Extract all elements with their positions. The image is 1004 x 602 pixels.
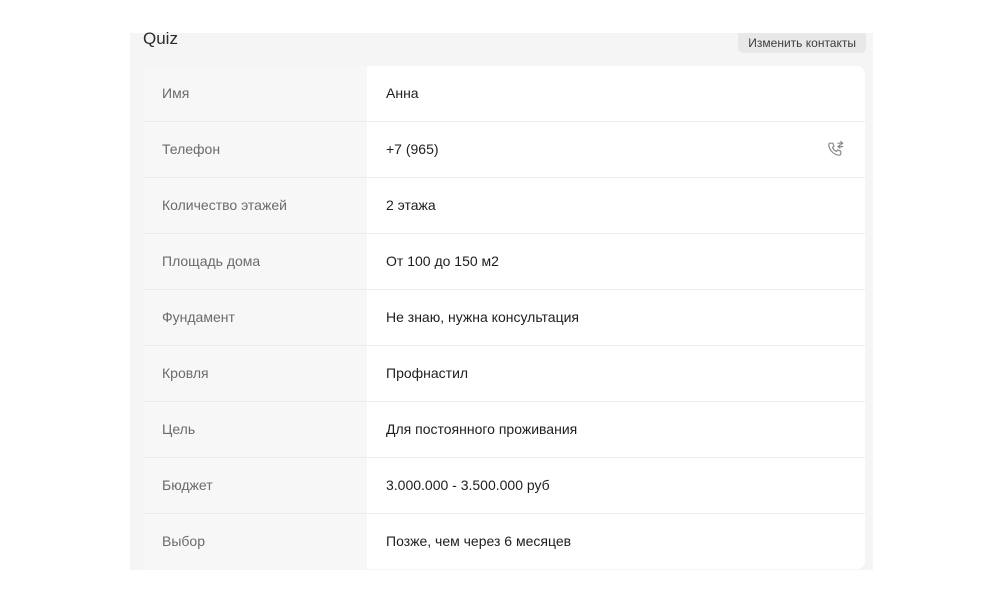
- row-value: Не знаю, нужна консультация: [386, 309, 579, 325]
- row-value: От 100 до 150 м2: [386, 253, 499, 269]
- row-label: Телефон: [162, 141, 221, 157]
- row-label: Количество этажей: [162, 197, 287, 213]
- row-value: 3.000.000 - 3.500.000 руб: [386, 477, 550, 493]
- table-row-house-area: Площадь дома От 100 до 150 м2: [143, 234, 865, 290]
- quiz-answers-table: Имя Анна Телефон +7 (965) Количество эта…: [143, 66, 865, 569]
- table-row-choice: Выбор Позже, чем через 6 месяцев: [143, 514, 865, 569]
- row-value: Для постоянного проживания: [386, 421, 578, 437]
- table-row-phone: Телефон +7 (965): [143, 122, 865, 178]
- row-label: Кровля: [162, 365, 209, 381]
- row-value: 2 этажа: [386, 197, 436, 213]
- phone-call-icon[interactable]: [827, 141, 845, 159]
- table-row-goal: Цель Для постоянного проживания: [143, 402, 865, 458]
- row-label: Площадь дома: [162, 253, 261, 269]
- table-row-roof: Кровля Профнастил: [143, 346, 865, 402]
- row-label: Имя: [162, 85, 190, 101]
- panel-title: Quiz: [143, 29, 178, 48]
- row-value: Профнастил: [386, 365, 469, 381]
- edit-contacts-button[interactable]: Изменить контакты: [738, 33, 866, 53]
- row-label: Цель: [162, 421, 196, 437]
- row-value: Позже, чем через 6 месяцев: [386, 533, 572, 549]
- quiz-panel: Quiz Изменить контакты Имя Анна Телефон …: [130, 29, 873, 570]
- row-label: Выбор: [162, 533, 205, 549]
- table-row-floors: Количество этажей 2 этажа: [143, 178, 865, 234]
- table-row-name: Имя Анна: [143, 66, 865, 122]
- table-row-budget: Бюджет 3.000.000 - 3.500.000 руб: [143, 458, 865, 514]
- row-label: Фундамент: [162, 309, 235, 325]
- table-row-foundation: Фундамент Не знаю, нужна консультация: [143, 290, 865, 346]
- row-value: +7 (965): [386, 141, 439, 157]
- row-value: Анна: [386, 85, 419, 101]
- row-label: Бюджет: [162, 477, 213, 493]
